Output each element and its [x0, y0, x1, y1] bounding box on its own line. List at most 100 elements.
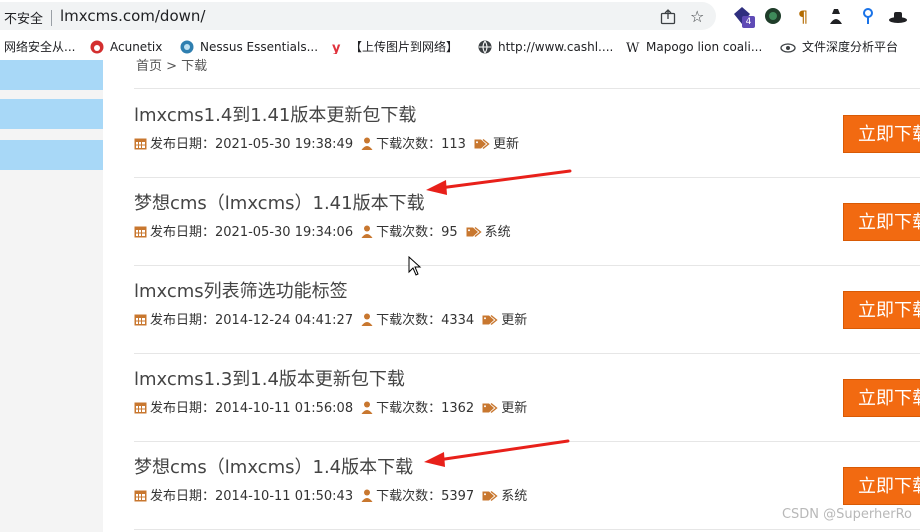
tag-icon: [474, 138, 490, 150]
annotation-arrow: [426, 169, 572, 195]
download-button[interactable]: 立即下载: [843, 115, 920, 153]
user-icon: [361, 401, 373, 414]
annotation-arrow: [424, 439, 570, 467]
bookmark-label: Mapogo lion coali...: [646, 40, 763, 54]
count-value: 113: [441, 137, 466, 152]
user-icon: [361, 137, 373, 150]
download-button[interactable]: 立即下载: [843, 467, 920, 505]
user-icon: [361, 313, 373, 326]
extension-spy-icon[interactable]: [826, 6, 846, 26]
bookmark-label: 文件深度分析平台: [802, 40, 899, 54]
item-meta: 发布日期：2014-10-11 01:50:43 下载次数：5397 系统: [134, 489, 527, 505]
extension-pin-icon[interactable]: [858, 6, 878, 26]
tag-icon: [482, 402, 498, 414]
browser-address-bar: 不安全 lmxcms.com/down/ ☆ 4 ¶: [0, 0, 920, 32]
count-value: 1362: [441, 401, 475, 416]
globe-icon: [478, 40, 492, 54]
tag-link[interactable]: 更新: [493, 137, 519, 152]
count-value: 5397: [441, 489, 475, 504]
count-value: 4334: [441, 313, 475, 328]
item-title-link[interactable]: lmxcms1.4到1.41版本更新包下载: [134, 101, 416, 127]
count-label: 下载次数：: [376, 225, 442, 240]
date-value: 2021-05-30 19:38:49: [215, 137, 354, 152]
svg-text:y: y: [332, 41, 341, 54]
extension-hat-icon[interactable]: [888, 6, 908, 26]
bookmark-item[interactable]: W Mapogo lion coali...: [626, 39, 762, 55]
date-value: 2014-10-11 01:50:43: [215, 489, 354, 504]
svg-text:¶: ¶: [798, 7, 808, 26]
bookmark-label: 【上传图片到网络】: [350, 40, 459, 54]
date-label: 发布日期：: [150, 137, 216, 152]
item-meta: 发布日期：2021-05-30 19:34:06 下载次数：95 系统: [134, 225, 511, 241]
sidebar-item[interactable]: [0, 140, 103, 170]
item-meta: 发布日期：2014-10-11 01:56:08 下载次数：1362 更新: [134, 401, 527, 417]
share-icon[interactable]: [660, 9, 676, 25]
bookmark-label: 网络安全从...: [4, 40, 76, 54]
date-value: 2021-05-30 19:34:06: [215, 225, 354, 240]
url-text[interactable]: lmxcms.com/down/: [60, 7, 205, 25]
y-icon: y: [332, 41, 341, 54]
bookmark-label: Nessus Essentials...: [200, 40, 319, 54]
sidebar-item[interactable]: [0, 99, 103, 129]
count-label: 下载次数：: [376, 401, 442, 416]
omnibox[interactable]: 不安全 lmxcms.com/down/ ☆: [0, 2, 716, 30]
nessus-icon: [180, 40, 194, 54]
extension-circle-icon[interactable]: [763, 6, 783, 26]
count-label: 下载次数：: [376, 489, 442, 504]
watermark: CSDN @SuperherRo: [781, 507, 912, 522]
download-list-item: lmxcms1.4到1.41版本更新包下载 发布日期：2021-05-30 19…: [134, 89, 920, 178]
calendar-icon: [134, 226, 147, 238]
item-title-link[interactable]: 梦想cms（lmxcms）1.4版本下载: [134, 453, 413, 479]
item-title-link[interactable]: lmxcms列表筛选功能标签: [134, 277, 348, 303]
bookmark-item[interactable]: Nessus Essentials...: [180, 39, 318, 55]
download-button[interactable]: 立即下载: [843, 291, 920, 329]
tag-icon: [466, 226, 482, 238]
tag-link[interactable]: 更新: [501, 313, 527, 328]
user-icon: [361, 225, 373, 238]
eye-icon: [780, 43, 796, 53]
sidebar-item[interactable]: [0, 60, 103, 90]
download-button[interactable]: 立即下载: [843, 203, 920, 241]
tag-link[interactable]: 更新: [501, 401, 527, 416]
download-list-item: lmxcms列表筛选功能标签 发布日期：2014-12-24 04:41:27 下…: [134, 265, 920, 354]
security-indicator[interactable]: 不安全: [4, 8, 43, 27]
sidebar: [0, 60, 103, 532]
user-icon: [361, 489, 373, 502]
tag-link[interactable]: 系统: [485, 225, 511, 240]
bookmark-label: http://www.cashl....: [498, 40, 614, 54]
extension-pilcrow-icon[interactable]: ¶: [794, 6, 814, 26]
svg-text:W: W: [626, 41, 640, 54]
tag-link[interactable]: 系统: [501, 489, 527, 504]
bookmark-item[interactable]: y 【上传图片到网络】: [330, 39, 458, 55]
item-meta: 发布日期：2014-12-24 04:41:27 下载次数：4334 更新: [134, 313, 527, 329]
extension-badge: 4: [742, 16, 755, 28]
wikipedia-icon: W: [626, 41, 640, 54]
tag-icon: [482, 314, 498, 326]
calendar-icon: [134, 138, 147, 150]
bookmark-item[interactable]: 文件深度分析平台: [780, 39, 898, 55]
bookmark-item[interactable]: http://www.cashl....: [478, 39, 613, 55]
tag-icon: [482, 490, 498, 502]
calendar-icon: [134, 314, 147, 326]
download-button[interactable]: 立即下载: [843, 379, 920, 417]
count-label: 下载次数：: [376, 137, 442, 152]
date-label: 发布日期：: [150, 489, 216, 504]
item-title-link[interactable]: 梦想cms（lmxcms）1.41版本下载: [134, 189, 425, 215]
count-value: 95: [441, 225, 458, 240]
item-meta: 发布日期：2021-05-30 19:38:49 下载次数：113 更新: [134, 137, 519, 153]
date-value: 2014-10-11 01:56:08: [215, 401, 354, 416]
bookmark-item[interactable]: 网络安全从...: [4, 39, 75, 55]
mouse-cursor-icon: [408, 256, 422, 276]
date-label: 发布日期：: [150, 225, 216, 240]
date-label: 发布日期：: [150, 313, 216, 328]
item-title-link[interactable]: lmxcms1.3到1.4版本更新包下载: [134, 365, 405, 391]
download-list-item: lmxcms1.3到1.4版本更新包下载 发布日期：2014-10-11 01:…: [134, 353, 920, 442]
date-value: 2014-12-24 04:41:27: [215, 313, 354, 328]
calendar-icon: [134, 402, 147, 414]
bookmark-star-icon[interactable]: ☆: [690, 8, 704, 26]
bookmark-item[interactable]: Acunetix: [90, 39, 162, 55]
bookmark-label: Acunetix: [110, 40, 163, 54]
omnibox-divider: [51, 10, 52, 26]
date-label: 发布日期：: [150, 401, 216, 416]
breadcrumb[interactable]: 首页 > 下载: [136, 57, 207, 71]
